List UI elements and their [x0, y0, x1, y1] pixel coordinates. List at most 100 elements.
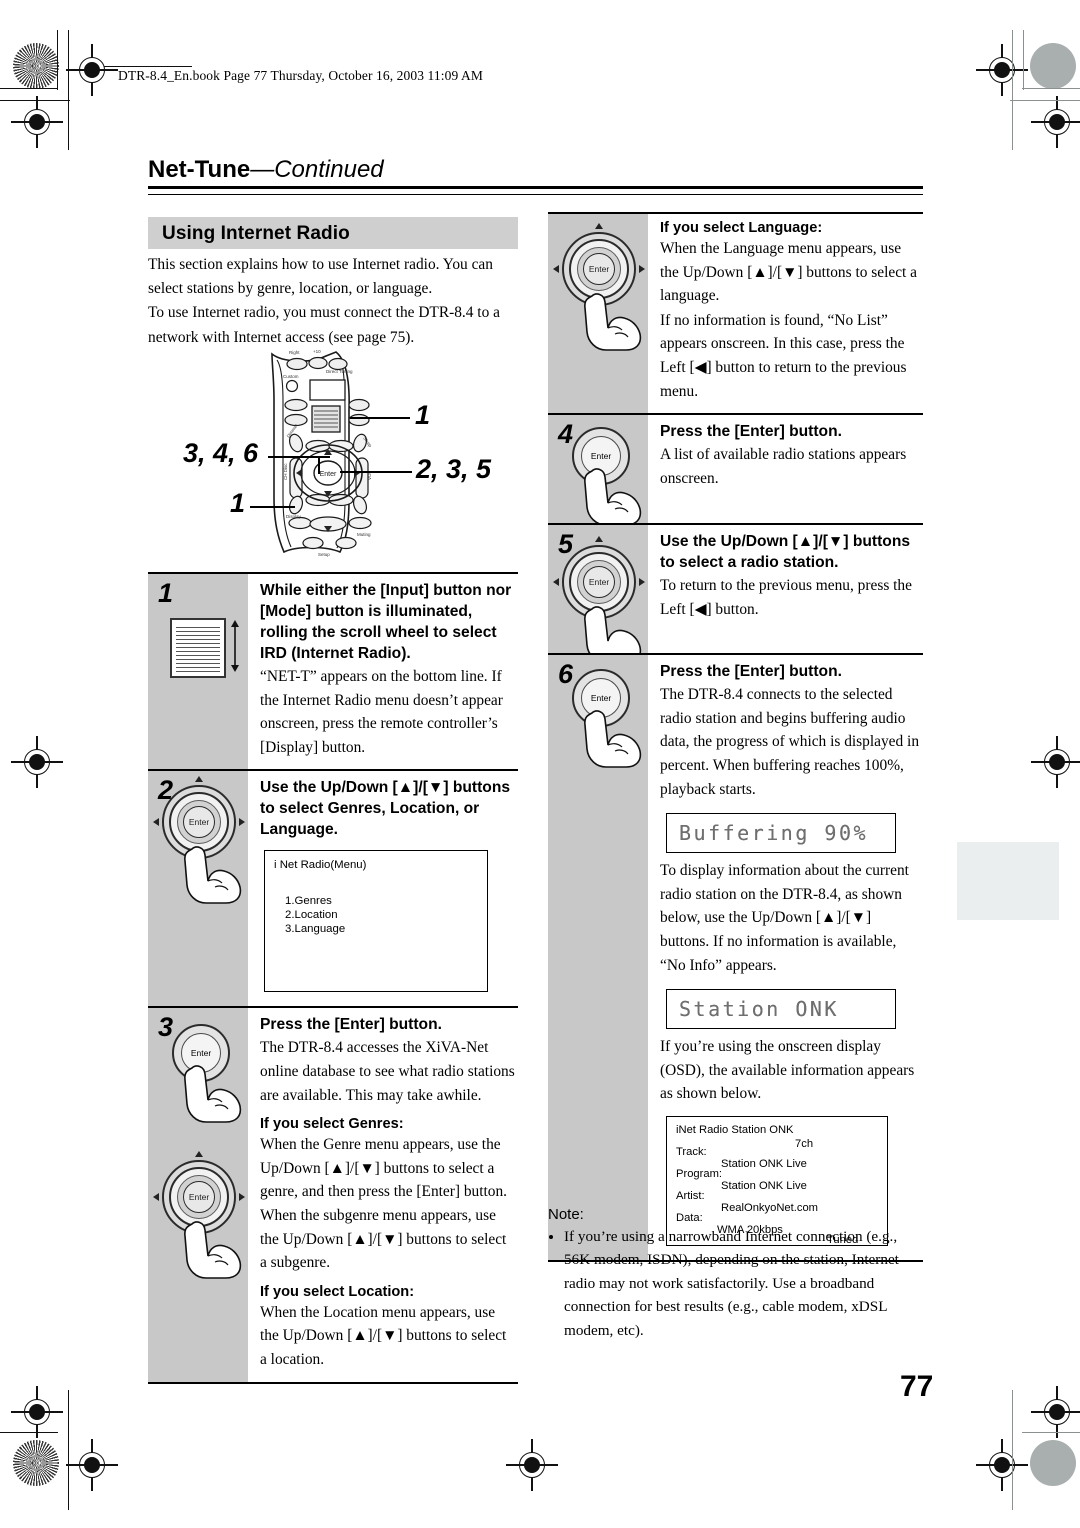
language-text-2: If no information is found, “No List” ap… [660, 311, 907, 400]
step-6-text-2: To display information about the current… [660, 862, 909, 974]
crop-line-left [68, 30, 69, 150]
registration-target-right-middle [1031, 736, 1080, 788]
svg-text:+10: +10 [313, 349, 321, 354]
intro-paragraph-1: This section explains how to use Interne… [148, 256, 493, 298]
step-6-gutter: 6 Enter [548, 655, 648, 1260]
note-label: Note: [548, 1206, 584, 1223]
callout-enter-left: 3, 4, 6 [183, 438, 259, 468]
step-1-number: 1 [158, 578, 174, 608]
osd-label-program: Program: [676, 1167, 723, 1180]
step-3-heading: Press the [Enter] button. [260, 1016, 442, 1034]
lcd-buffering-display: Buffering 90% [666, 813, 896, 854]
osd-title: iNet Radio Station ONK [676, 1123, 794, 1136]
step-3-sub-genres-text: When the Genre menu appears, use the Up/… [260, 1136, 508, 1272]
chapter-divider [148, 186, 923, 195]
pointing-hand-icon-step6 [584, 710, 642, 768]
registration-starburst-bottom-right [1030, 1440, 1076, 1486]
svg-text:Custom: Custom [283, 374, 299, 379]
steps-left-column: 1 While either the [Input] button nor [M… [148, 572, 518, 1384]
callout-nav-right: 2, 3, 5 [416, 454, 492, 484]
registration-target-bottom-left [66, 1439, 118, 1491]
step-2-gutter: 2 Enter [148, 771, 248, 1007]
section-title: Using Internet Radio [162, 223, 350, 244]
registration-target-right-lower [1031, 1386, 1080, 1438]
registration-target-left-lower [11, 1386, 63, 1438]
svg-text:Setup: Setup [318, 552, 330, 557]
remote-control-illustration: Enter Right +10 Direct Tuning Custom Dimme… [150, 340, 530, 572]
intro-text: This section explains how to use Interne… [148, 253, 514, 350]
step-1-gutter: 1 [148, 574, 248, 770]
crop-line-right [1012, 30, 1013, 150]
osd-value-track: Station ONK Live [721, 1157, 807, 1170]
crop-line-left-inner [57, 30, 58, 90]
step-3-sub-location-text: When the Location menu appears, use the … [260, 1303, 507, 1368]
registration-target-left-upper [11, 96, 63, 148]
crop-line-top-right-2 [1010, 100, 1080, 101]
step-3-text: The DTR-8.4 accesses the XiVA-Net online… [260, 1039, 515, 1104]
net-radio-menu-screen: i Net Radio(Menu) 1.Genres 2.Location 3.… [264, 850, 488, 993]
registration-starburst-top-left [13, 43, 59, 89]
osd-label-track: Track: [676, 1145, 707, 1158]
step-4-gutter: 4 Enter [548, 415, 648, 526]
step-row-2: 2 Enter Use the Up/Down [▲]/[▼] buttons … [148, 769, 518, 1007]
up-down-arrow-icon [231, 620, 239, 672]
file-header-text: DTR-8.4_En.book Page 77 Thursday, Octobe… [118, 68, 483, 83]
registration-starburst-top-right [1030, 43, 1076, 89]
registration-target-bottom-right [976, 1439, 1028, 1491]
step-6-text: The DTR-8.4 connects to the selected rad… [660, 686, 920, 798]
pointing-hand-icon-step3a [184, 1065, 242, 1124]
step-6-text-3: If you’re using the onscreen display (OS… [660, 1038, 915, 1103]
callout-scroll-wheel: 1 [415, 400, 431, 430]
language-body: If you select Language: When the Languag… [648, 214, 923, 413]
svg-text:Enter: Enter [320, 471, 337, 478]
page-number: 77 [900, 1370, 934, 1403]
enter-label-step5: Enter [583, 566, 615, 599]
crop-line-right-inner [1023, 30, 1024, 90]
pointing-hand-icon-step2 [184, 846, 242, 905]
callout-leader-left-2 [318, 456, 320, 474]
step-5-text: To return to the previous menu, press th… [660, 577, 912, 618]
registration-starburst-bottom-left [13, 1440, 59, 1486]
registration-target-bottom-center [506, 1439, 558, 1491]
step-row-language: Enter If you select Language: When the L… [548, 212, 923, 414]
callout-leader-scroll [350, 417, 410, 419]
lcd-station-text: Station ONK [679, 997, 839, 1022]
step-1-text: “NET-T” appears on the bottom line. If t… [260, 668, 503, 756]
menu-item-location: 2.Location [285, 909, 338, 922]
step-1-body: While either the [Input] button nor [Mod… [248, 574, 518, 769]
chapter-continued: —Continued [250, 156, 384, 183]
step-row-5: 5 Enter Use the Up/Down [▲]/[▼] buttons … [548, 523, 923, 664]
callout-leader-display [250, 506, 295, 508]
svg-text:Muting: Muting [357, 532, 371, 537]
step-2-body: Use the Up/Down [▲]/[▼] buttons to selec… [248, 771, 518, 1006]
step-5-body: Use the Up/Down [▲]/[▼] buttons to selec… [648, 525, 923, 653]
lcd-buffering-text: Buffering 90% [679, 821, 869, 846]
step-2-heading: Use the Up/Down [▲]/[▼] buttons to selec… [260, 779, 511, 839]
language-gutter: Enter [548, 214, 648, 414]
svg-text:CH Disc: CH Disc [283, 463, 288, 480]
osd-value-program: Station ONK Live [721, 1179, 807, 1192]
callout-display: 1 [230, 488, 246, 518]
pointing-hand-icon-step4 [584, 468, 642, 526]
header-rule [104, 66, 192, 67]
chapter-title: Net-Tune [148, 156, 251, 183]
language-sub-title: If you select Language: [660, 220, 823, 236]
crop-line-bottom-left-h [0, 1432, 58, 1433]
scroll-wheel-icon [170, 618, 226, 678]
enter-label-language: Enter [583, 253, 615, 285]
step-4-number: 4 [558, 419, 574, 450]
steps-right-column: Enter If you select Language: When the L… [548, 212, 923, 1262]
registration-target-right-upper [1031, 96, 1080, 148]
lcd-station-display: Station ONK [666, 989, 896, 1030]
svg-text:Display: Display [286, 514, 302, 519]
section-header: Using Internet Radio [148, 217, 518, 249]
pointing-hand-icon-step3b [184, 1221, 242, 1280]
crop-line-bottom-right-h [1022, 1432, 1080, 1433]
menu-screen-title: i Net Radio(Menu) [274, 859, 367, 872]
step-4-heading: Press the [Enter] button. [660, 423, 842, 441]
svg-text:Direct Tuning: Direct Tuning [326, 369, 353, 374]
step-5-heading: Use the Up/Down [▲]/[▼] buttons to selec… [660, 533, 911, 572]
registration-target-top-left [66, 44, 118, 96]
step-3-body: Press the [Enter] button. The DTR-8.4 ac… [248, 1008, 518, 1381]
step-5-gutter: 5 Enter [548, 525, 648, 664]
